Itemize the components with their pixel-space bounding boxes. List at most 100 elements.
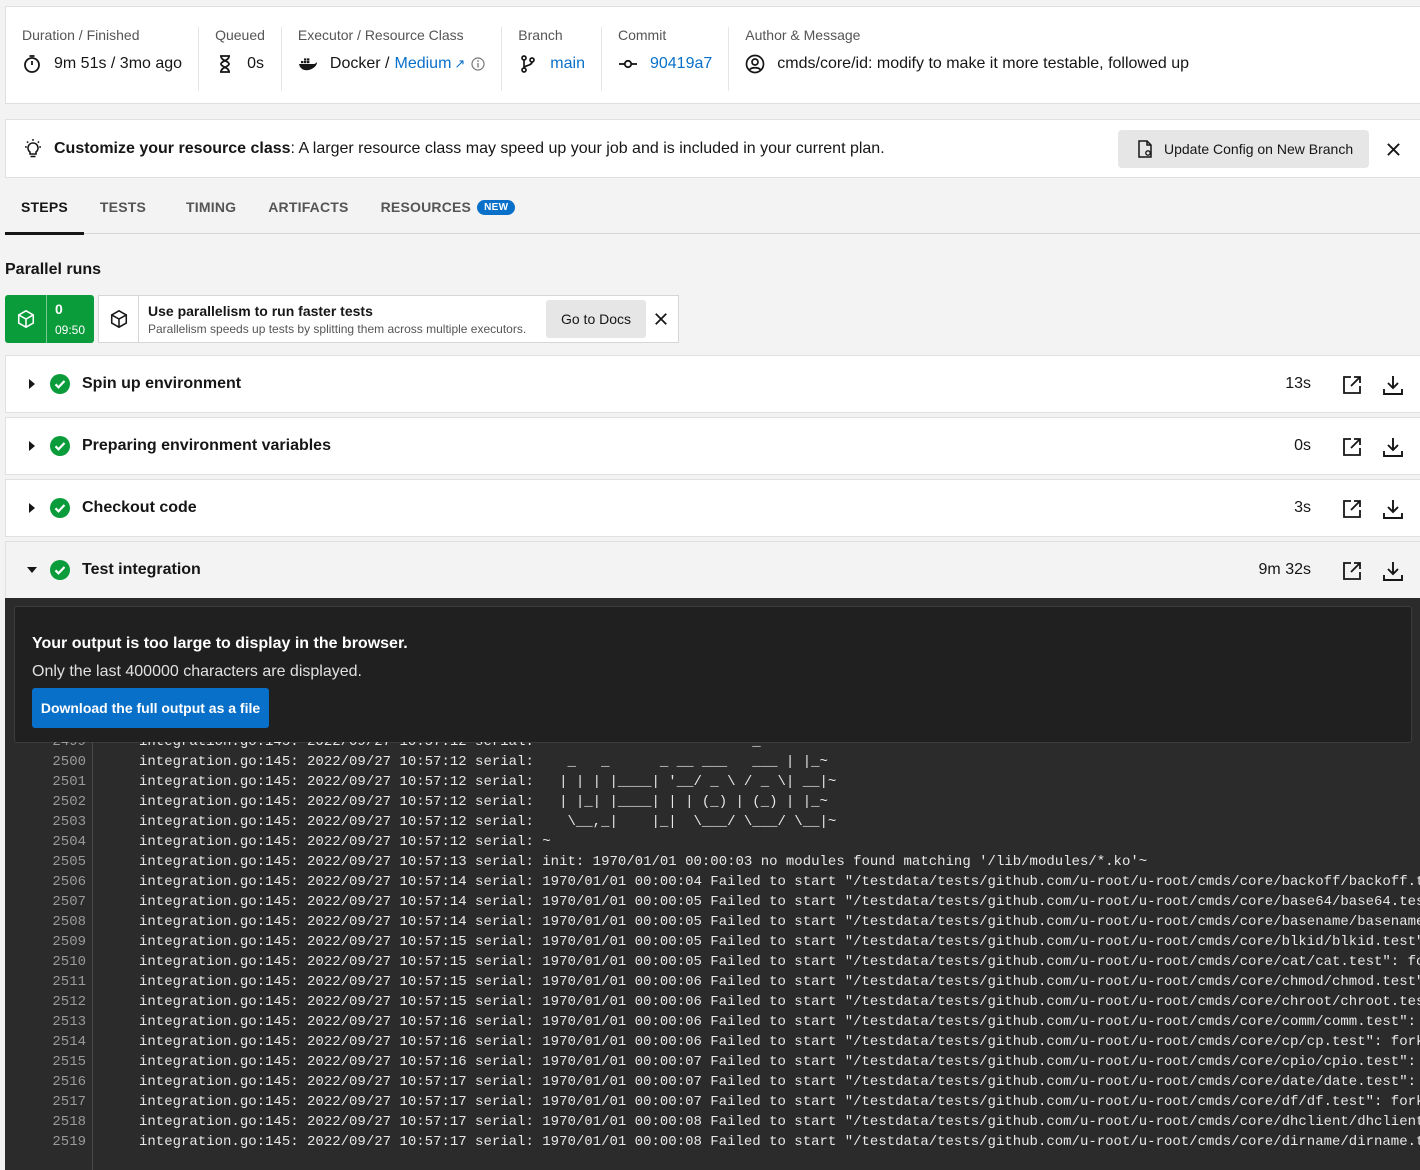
executor-label: Executor / Resource Class <box>297 27 464 43</box>
tab-artifacts[interactable]: ARTIFACTS <box>252 180 364 234</box>
line-text: integration.go:145: 2022/09/27 10:57:16 … <box>139 1014 1420 1030</box>
download-icon[interactable] <box>1382 374 1404 396</box>
close-icon[interactable] <box>651 309 671 329</box>
banner-message: Customize your resource class: A larger … <box>54 140 885 158</box>
update-config-button[interactable]: Update Config on New Branch <box>1118 130 1369 168</box>
open-new-window-icon[interactable] <box>1342 561 1362 581</box>
tab-tests[interactable]: TESTS <box>84 180 162 234</box>
notice-title: Your output is too large to display in t… <box>32 635 408 652</box>
log-line: 2513 integration.go:145: 2022/09/27 10:57… <box>5 1012 1420 1032</box>
line-text: integration.go:145: 2022/09/27 10:57:12 … <box>139 814 837 830</box>
log-line: 2517 integration.go:145: 2022/09/27 10:57… <box>5 1092 1420 1112</box>
cube-icon <box>99 296 139 342</box>
run-index: 0 <box>55 301 63 317</box>
line-text: integration.go:145: 2022/09/27 10:57:16 … <box>139 1034 1420 1050</box>
line-text: integration.go:145: 2022/09/27 10:57:12 … <box>139 834 551 850</box>
job-tabs: STEPS TESTS TIMING ARTIFACTS RESOURCES NE… <box>5 180 1420 235</box>
author-label: Author & Message <box>745 27 861 43</box>
line-text: integration.go:145: 2022/09/27 10:57:16 … <box>139 1054 1420 1070</box>
close-icon[interactable] <box>1382 138 1404 160</box>
promo-subtitle: Parallelism speeds up tests by splitting… <box>148 321 527 336</box>
promo-title: Use parallelism to run faster tests <box>148 302 373 319</box>
user-avatar-icon <box>745 54 765 74</box>
parallel-runs-title: Parallel runs <box>5 261 102 278</box>
download-icon[interactable] <box>1382 436 1404 458</box>
banner-text: : A larger resource class may speed up y… <box>290 139 885 157</box>
tab-resources-label: RESOURCES <box>380 199 472 215</box>
step-test-integration[interactable]: Test integration 9m 32s <box>5 541 1420 599</box>
line-number: 2502 <box>52 794 86 810</box>
tab-steps-label: STEPS <box>21 199 68 215</box>
external-link-icon[interactable]: ↗ <box>454 56 465 72</box>
queued-col: Queued 0s <box>199 27 282 91</box>
line-text: integration.go:145: 2022/09/27 10:57:12 … <box>139 754 828 770</box>
line-number: 2517 <box>52 1094 86 1110</box>
success-check-icon <box>50 436 70 456</box>
open-new-window-icon[interactable] <box>1342 375 1362 395</box>
step-preparing-env-vars[interactable]: Preparing environment variables 0s <box>5 417 1420 475</box>
log-line: 2505 integration.go:145: 2022/09/27 10:57… <box>5 852 1420 872</box>
file-config-icon <box>1138 140 1152 158</box>
line-text: integration.go:145: 2022/09/27 10:57:14 … <box>139 894 1420 910</box>
log-line: 2504 integration.go:145: 2022/09/27 10:57… <box>5 832 1420 852</box>
line-text: integration.go:145: 2022/09/27 10:57:15 … <box>139 974 1420 990</box>
line-number: 2508 <box>52 914 86 930</box>
run-time: 09:50 <box>55 323 86 337</box>
hourglass-icon <box>215 54 235 74</box>
caret-down-icon[interactable] <box>22 566 42 574</box>
download-full-output-button[interactable]: Download the full output as a file <box>32 688 269 728</box>
caret-right-icon[interactable] <box>22 379 42 389</box>
download-icon[interactable] <box>1382 498 1404 520</box>
line-text: integration.go:145: 2022/09/27 10:57:14 … <box>139 914 1420 930</box>
author-col: Author & Message cmds/core/id: modify to… <box>729 27 1205 91</box>
caret-right-icon[interactable] <box>22 441 42 451</box>
commit-icon <box>618 54 638 74</box>
step-duration: 0s <box>1294 437 1311 454</box>
line-number: 2500 <box>52 754 86 770</box>
log-output[interactable]: 2499 integration.go:145: 2022/09/27 10:57… <box>5 742 1420 1170</box>
banner-bold: Customize your resource class <box>54 139 291 157</box>
parallelism-promo: Use parallelism to run faster tests Para… <box>98 295 679 343</box>
line-number: 2515 <box>52 1054 86 1070</box>
download-icon[interactable] <box>1382 560 1404 582</box>
stopwatch-icon <box>22 54 42 74</box>
branch-link[interactable]: main <box>550 55 585 73</box>
log-line: 2514 integration.go:145: 2022/09/27 10:57… <box>5 1032 1420 1052</box>
tab-resources[interactable]: RESOURCES NEW <box>365 180 532 234</box>
log-line: 2506 integration.go:145: 2022/09/27 10:57… <box>5 872 1420 892</box>
line-number: 2516 <box>52 1074 86 1090</box>
line-number: 2507 <box>52 894 86 910</box>
resource-class-banner: Customize your resource class: A larger … <box>5 119 1420 178</box>
step-name: Preparing environment variables <box>82 437 331 454</box>
log-line: 2503 integration.go:145: 2022/09/27 10:57… <box>5 812 1420 832</box>
step-name: Test integration <box>82 561 201 578</box>
tab-steps[interactable]: STEPS <box>5 180 84 235</box>
commit-link[interactable]: 90419a7 <box>650 55 712 73</box>
log-line: 2519 integration.go:145: 2022/09/27 10:57… <box>5 1132 1420 1152</box>
line-number: 2504 <box>52 834 86 850</box>
open-new-window-icon[interactable] <box>1342 499 1362 519</box>
line-number: 2513 <box>52 1014 86 1030</box>
caret-right-icon[interactable] <box>22 503 42 513</box>
line-text: integration.go:145: 2022/09/27 10:57:15 … <box>139 954 1420 970</box>
resource-class-link[interactable]: Medium <box>394 55 451 73</box>
parallel-run-0[interactable]: 0 09:50 <box>5 295 94 343</box>
line-text: integration.go:145: 2022/09/27 10:57:15 … <box>139 994 1420 1010</box>
lightbulb-icon <box>25 138 41 157</box>
open-new-window-icon[interactable] <box>1342 437 1362 457</box>
step-output-panel[interactable]: Your output is too large to display in t… <box>5 598 1420 1170</box>
info-icon[interactable] <box>471 57 485 71</box>
success-check-icon <box>50 560 70 580</box>
tab-timing[interactable]: TIMING <box>170 180 252 234</box>
job-page: Duration / Finished 9m 51s / 3mo ago Que… <box>0 0 1420 1170</box>
branch-col: Branch main <box>502 27 602 91</box>
line-text: integration.go:145: 2022/09/27 10:57:12 … <box>139 794 828 810</box>
line-text: integration.go:145: 2022/09/27 10:57:12 … <box>139 774 837 790</box>
step-checkout-code[interactable]: Checkout code 3s <box>5 479 1420 537</box>
step-spin-up-environment[interactable]: Spin up environment 13s <box>5 355 1420 413</box>
log-line: 2509 integration.go:145: 2022/09/27 10:57… <box>5 932 1420 952</box>
line-number: 2505 <box>52 854 86 870</box>
success-check-icon <box>50 498 70 518</box>
go-to-docs-button[interactable]: Go to Docs <box>546 300 646 338</box>
log-line: 2518 integration.go:145: 2022/09/27 10:57… <box>5 1112 1420 1132</box>
